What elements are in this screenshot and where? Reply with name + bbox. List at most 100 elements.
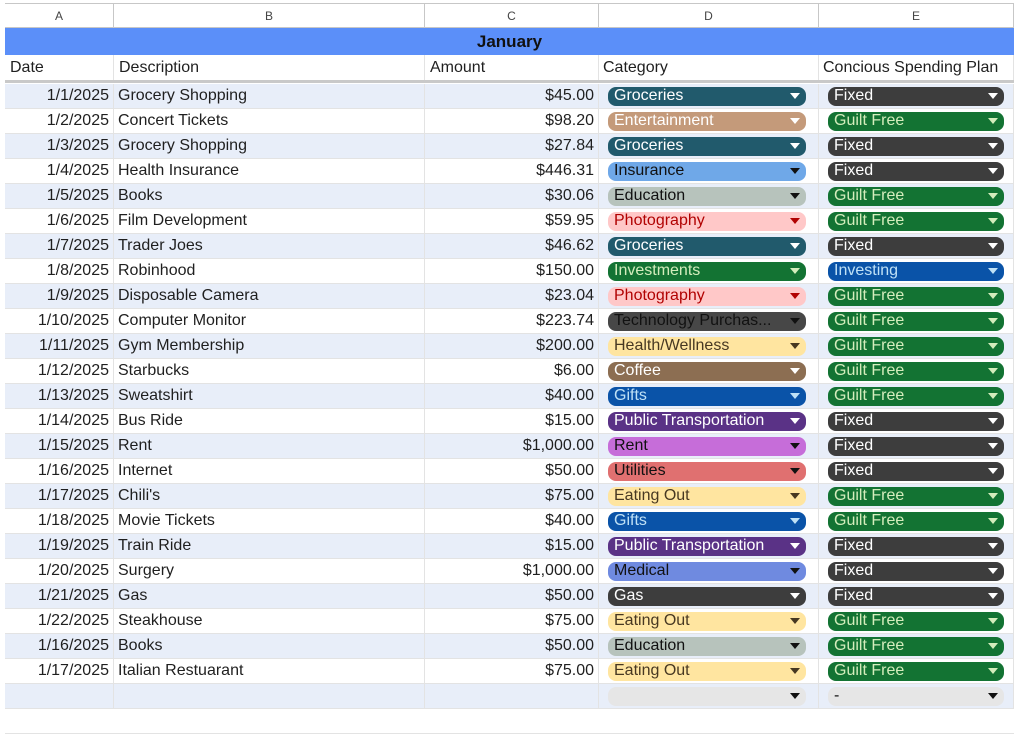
description-cell[interactable]: Movie Tickets — [114, 509, 425, 533]
description-cell[interactable]: Internet — [114, 459, 425, 483]
plan-dropdown[interactable]: - — [828, 686, 1004, 706]
description-cell[interactable]: Grocery Shopping — [114, 134, 425, 158]
plan-cell[interactable]: Guilt Free — [819, 284, 1014, 308]
plan-cell[interactable]: Fixed — [819, 559, 1014, 583]
plan-dropdown[interactable]: Guilt Free — [828, 661, 1004, 681]
plan-cell[interactable]: Fixed — [819, 534, 1014, 558]
plan-dropdown[interactable]: Guilt Free — [828, 211, 1004, 231]
category-dropdown[interactable]: Medical — [608, 561, 806, 581]
plan-dropdown[interactable]: Guilt Free — [828, 611, 1004, 631]
category-dropdown[interactable]: Coffee — [608, 361, 806, 381]
header-spending-plan[interactable]: Concious Spending Plan — [819, 55, 1014, 80]
category-dropdown[interactable]: Utilities — [608, 461, 806, 481]
category-dropdown[interactable]: Gas — [608, 586, 806, 606]
plan-dropdown[interactable]: Guilt Free — [828, 636, 1004, 656]
amount-cell[interactable]: $23.04 — [425, 284, 599, 308]
category-cell[interactable]: Medical — [599, 559, 819, 583]
category-dropdown[interactable]: Eating Out — [608, 611, 806, 631]
description-cell[interactable]: Sweatshirt — [114, 384, 425, 408]
category-dropdown[interactable]: Rent — [608, 436, 806, 456]
amount-cell[interactable]: $40.00 — [425, 509, 599, 533]
plan-cell[interactable]: Fixed — [819, 234, 1014, 258]
date-cell[interactable]: 1/7/2025 — [5, 234, 114, 258]
category-cell[interactable]: Public Transportation — [599, 409, 819, 433]
category-cell[interactable]: Coffee — [599, 359, 819, 383]
amount-cell[interactable]: $75.00 — [425, 609, 599, 633]
amount-cell[interactable]: $1,000.00 — [425, 434, 599, 458]
category-cell[interactable]: Gifts — [599, 384, 819, 408]
amount-cell[interactable]: $40.00 — [425, 384, 599, 408]
description-cell[interactable]: Robinhood — [114, 259, 425, 283]
amount-cell[interactable]: $150.00 — [425, 259, 599, 283]
plan-cell[interactable]: Fixed — [819, 584, 1014, 608]
category-dropdown[interactable]: Public Transportation — [608, 411, 806, 431]
category-cell[interactable]: Eating Out — [599, 484, 819, 508]
amount-cell[interactable]: $446.31 — [425, 159, 599, 183]
plan-cell[interactable]: Guilt Free — [819, 334, 1014, 358]
description-cell[interactable]: Starbucks — [114, 359, 425, 383]
header-amount[interactable]: Amount — [425, 55, 599, 80]
date-cell[interactable]: 1/15/2025 — [5, 434, 114, 458]
description-cell[interactable]: Surgery — [114, 559, 425, 583]
date-cell[interactable]: 1/13/2025 — [5, 384, 114, 408]
amount-cell[interactable]: $30.06 — [425, 184, 599, 208]
empty-cell[interactable] — [425, 684, 599, 708]
description-cell[interactable]: Chili's — [114, 484, 425, 508]
amount-cell[interactable]: $50.00 — [425, 459, 599, 483]
amount-cell[interactable]: $15.00 — [425, 534, 599, 558]
plan-cell[interactable]: Guilt Free — [819, 509, 1014, 533]
category-dropdown[interactable]: Technology Purchas... — [608, 311, 806, 331]
date-cell[interactable]: 1/18/2025 — [5, 509, 114, 533]
category-dropdown[interactable]: Investments — [608, 261, 806, 281]
plan-dropdown[interactable]: Fixed — [828, 586, 1004, 606]
plan-dropdown[interactable]: Guilt Free — [828, 311, 1004, 331]
date-cell[interactable]: 1/9/2025 — [5, 284, 114, 308]
date-cell[interactable]: 1/5/2025 — [5, 184, 114, 208]
month-title-cell[interactable]: January — [5, 28, 1014, 55]
date-cell[interactable]: 1/17/2025 — [5, 484, 114, 508]
plan-dropdown[interactable]: Fixed — [828, 536, 1004, 556]
plan-cell[interactable]: Fixed — [819, 159, 1014, 183]
plan-dropdown[interactable]: Fixed — [828, 561, 1004, 581]
amount-cell[interactable]: $75.00 — [425, 659, 599, 683]
category-cell[interactable]: Education — [599, 184, 819, 208]
plan-cell[interactable]: Guilt Free — [819, 309, 1014, 333]
amount-cell[interactable]: $46.62 — [425, 234, 599, 258]
category-dropdown[interactable]: Public Transportation — [608, 536, 806, 556]
category-cell[interactable]: Gifts — [599, 509, 819, 533]
category-cell[interactable]: Gas — [599, 584, 819, 608]
date-cell[interactable]: 1/2/2025 — [5, 109, 114, 133]
plan-cell[interactable]: Guilt Free — [819, 634, 1014, 658]
category-dropdown[interactable]: Entertainment — [608, 111, 806, 131]
category-cell[interactable]: Rent — [599, 434, 819, 458]
category-dropdown[interactable]: Eating Out — [608, 661, 806, 681]
plan-dropdown[interactable]: Investing — [828, 261, 1004, 281]
plan-dropdown[interactable]: Guilt Free — [828, 111, 1004, 131]
plan-dropdown[interactable]: Fixed — [828, 461, 1004, 481]
description-cell[interactable]: Disposable Camera — [114, 284, 425, 308]
description-cell[interactable]: Steakhouse — [114, 609, 425, 633]
plan-cell[interactable]: Fixed — [819, 84, 1014, 108]
description-cell[interactable]: Rent — [114, 434, 425, 458]
plan-dropdown[interactable]: Fixed — [828, 436, 1004, 456]
plan-cell[interactable]: Guilt Free — [819, 609, 1014, 633]
description-cell[interactable]: Computer Monitor — [114, 309, 425, 333]
category-cell[interactable]: Groceries — [599, 84, 819, 108]
amount-cell[interactable]: $27.84 — [425, 134, 599, 158]
plan-dropdown[interactable]: Guilt Free — [828, 286, 1004, 306]
empty-cell[interactable] — [5, 684, 114, 708]
plan-dropdown[interactable]: Fixed — [828, 161, 1004, 181]
date-cell[interactable]: 1/22/2025 — [5, 609, 114, 633]
plan-cell[interactable]: Guilt Free — [819, 659, 1014, 683]
category-dropdown[interactable]: Groceries — [608, 136, 806, 156]
column-header-d[interactable]: D — [599, 4, 819, 27]
category-cell[interactable]: Groceries — [599, 134, 819, 158]
amount-cell[interactable]: $1,000.00 — [425, 559, 599, 583]
description-cell[interactable]: Concert Tickets — [114, 109, 425, 133]
category-dropdown[interactable]: Education — [608, 186, 806, 206]
category-cell[interactable]: Education — [599, 634, 819, 658]
date-cell[interactable]: 1/17/2025 — [5, 659, 114, 683]
amount-cell[interactable]: $59.95 — [425, 209, 599, 233]
header-description[interactable]: Description — [114, 55, 425, 80]
category-dropdown[interactable]: Education — [608, 636, 806, 656]
